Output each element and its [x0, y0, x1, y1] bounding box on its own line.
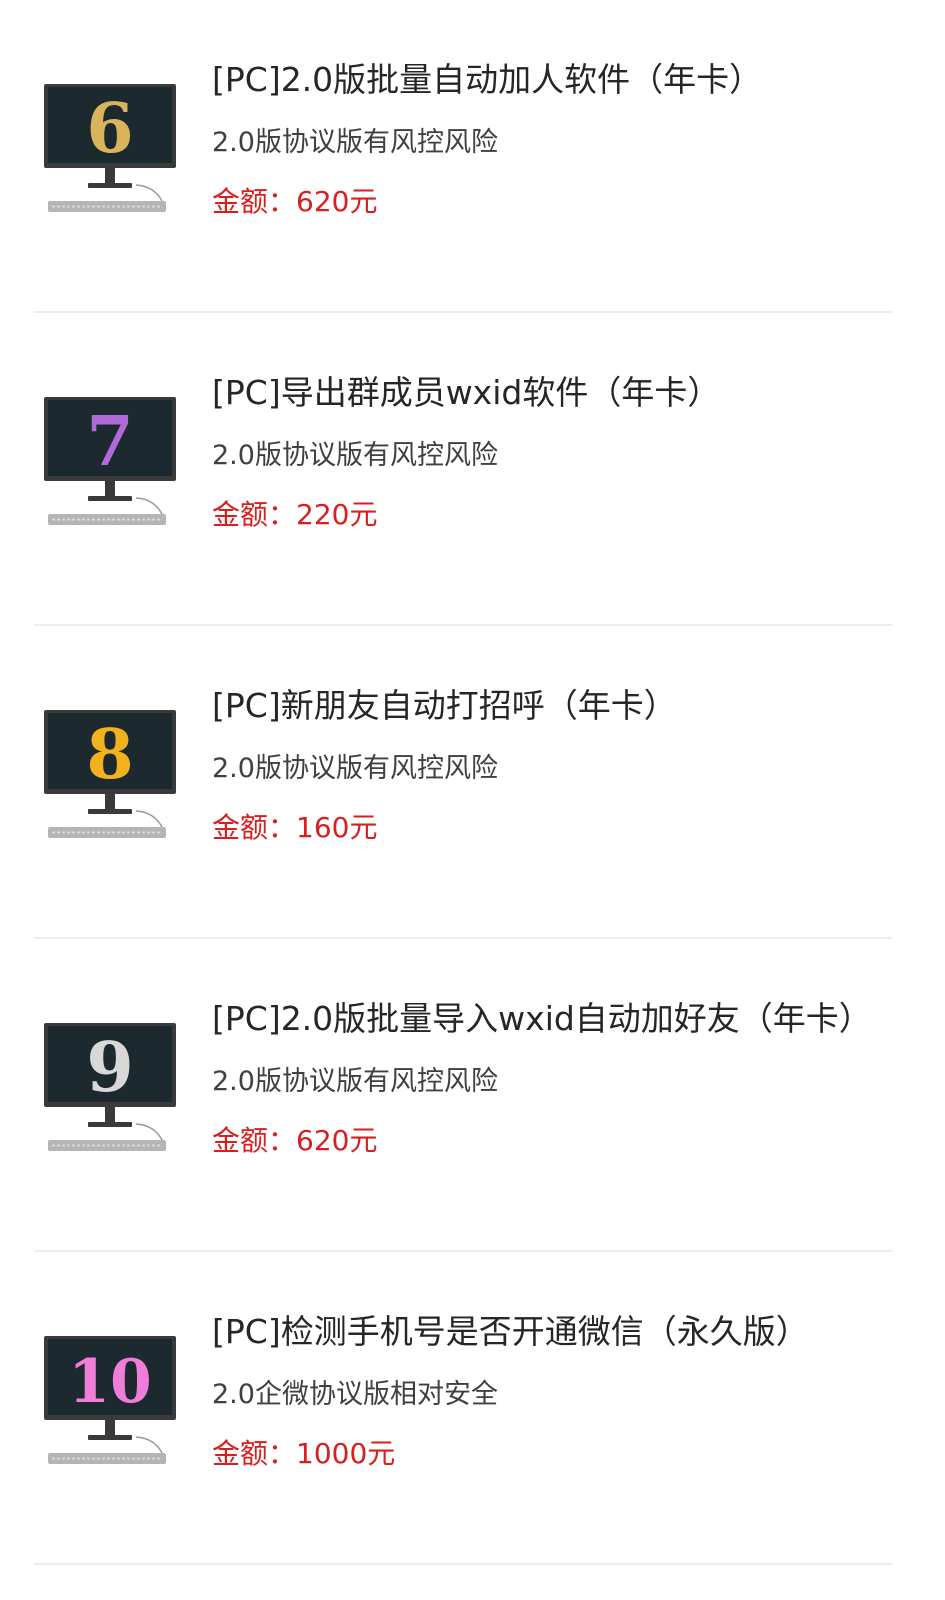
thumbnail-number: 8: [86, 715, 133, 795]
computer-monitor-icon: 7: [44, 397, 176, 525]
product-item[interactable]: 10 [PC]检测手机号是否开通微信（永久版） 2.0企微协议版相对安全 金额：…: [34, 1252, 892, 1565]
computer-monitor-icon: 6: [44, 84, 176, 212]
product-price: 金额：620元: [212, 180, 377, 224]
product-subtitle: 2.0版协议版有风控风险: [212, 753, 498, 784]
price-label: 金额：: [212, 498, 297, 531]
product-item[interactable]: 8 [PC]新朋友自动打招呼（年卡） 2.0版协议版有风控风险 金额：160元: [34, 626, 892, 939]
product-thumbnail: 9: [42, 1021, 178, 1161]
product-title[interactable]: [PC]2.0版批量自动加人软件（年卡）: [212, 55, 884, 105]
product-price: 金额：1000元: [212, 1432, 395, 1476]
computer-monitor-icon: 9: [44, 1023, 176, 1151]
product-price: 金额：160元: [212, 806, 377, 850]
product-subtitle: 2.0企微协议版相对安全: [212, 1379, 498, 1410]
product-list: 6 [PC]2.0版批量自动加人软件（年卡） 2.0版协议版有风控风险 金额：6…: [0, 0, 945, 1600]
product-subtitle: 2.0版协议版有风控风险: [212, 1066, 498, 1097]
product-title[interactable]: [PC]检测手机号是否开通微信（永久版）: [212, 1307, 884, 1357]
thumbnail-number: 9: [86, 1028, 133, 1108]
thumbnail-number: 7: [86, 402, 133, 482]
price-label: 金额：: [212, 185, 297, 218]
thumbnail-number: 6: [86, 89, 133, 169]
price-label: 金额：: [212, 1124, 297, 1157]
product-thumbnail: 7: [42, 395, 178, 535]
price-value: 220元: [296, 498, 378, 531]
product-subtitle: 2.0版协议版有风控风险: [212, 127, 498, 158]
product-title[interactable]: [PC]导出群成员wxid软件（年卡）: [212, 368, 884, 418]
product-subtitle: 2.0版协议版有风控风险: [212, 440, 498, 471]
price-value: 160元: [296, 811, 378, 844]
price-value: 620元: [296, 185, 378, 218]
thumbnail-number: 10: [68, 1347, 152, 1417]
price-label: 金额：: [212, 1437, 297, 1470]
computer-monitor-icon: 10: [44, 1336, 176, 1464]
product-price: 金额：220元: [212, 493, 377, 537]
price-value: 1000元: [296, 1437, 396, 1470]
product-thumbnail: 6: [42, 82, 178, 222]
product-item[interactable]: 7 [PC]导出群成员wxid软件（年卡） 2.0版协议版有风控风险 金额：22…: [34, 313, 892, 626]
product-item[interactable]: 9 [PC]2.0版批量导入wxid自动加好友（年卡） 2.0版协议版有风控风险…: [34, 939, 892, 1252]
product-item[interactable]: 6 [PC]2.0版批量自动加人软件（年卡） 2.0版协议版有风控风险 金额：6…: [34, 0, 892, 313]
price-label: 金额：: [212, 811, 297, 844]
product-thumbnail: 10: [42, 1334, 178, 1474]
product-thumbnail: 8: [42, 708, 178, 848]
price-value: 620元: [296, 1124, 378, 1157]
computer-monitor-icon: 8: [44, 710, 176, 838]
product-title[interactable]: [PC]新朋友自动打招呼（年卡）: [212, 681, 884, 731]
product-title[interactable]: [PC]2.0版批量导入wxid自动加好友（年卡）: [212, 994, 884, 1044]
product-price: 金额：620元: [212, 1119, 377, 1163]
